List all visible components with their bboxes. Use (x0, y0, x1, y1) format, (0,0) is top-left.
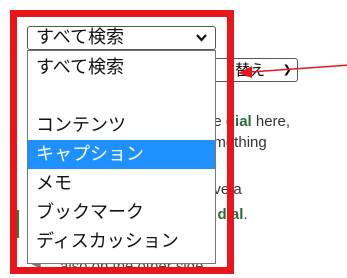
option-content[interactable]: コンテンツ (28, 111, 215, 140)
arrow-left-icon (238, 64, 347, 78)
option-discussion[interactable]: ディスカッション (28, 227, 215, 256)
option-memo[interactable]: メモ (28, 169, 215, 198)
search-scope-value: すべて検索 (36, 27, 125, 48)
option-caption[interactable]: キャプション (28, 140, 215, 169)
option-bookmark[interactable]: ブックマーク (28, 198, 215, 227)
option-blank[interactable] (28, 82, 215, 111)
search-scope-select[interactable]: すべて検索 (27, 26, 216, 50)
search-scope-option-list: すべて検索 コンテンツ キャプション メモ ブックマーク ディスカッション (27, 50, 216, 264)
content-text-line: de dial here, (205, 113, 291, 130)
chevron-down-icon (196, 34, 207, 42)
option-all[interactable]: すべて検索 (28, 53, 215, 82)
selection-marker (14, 210, 19, 238)
